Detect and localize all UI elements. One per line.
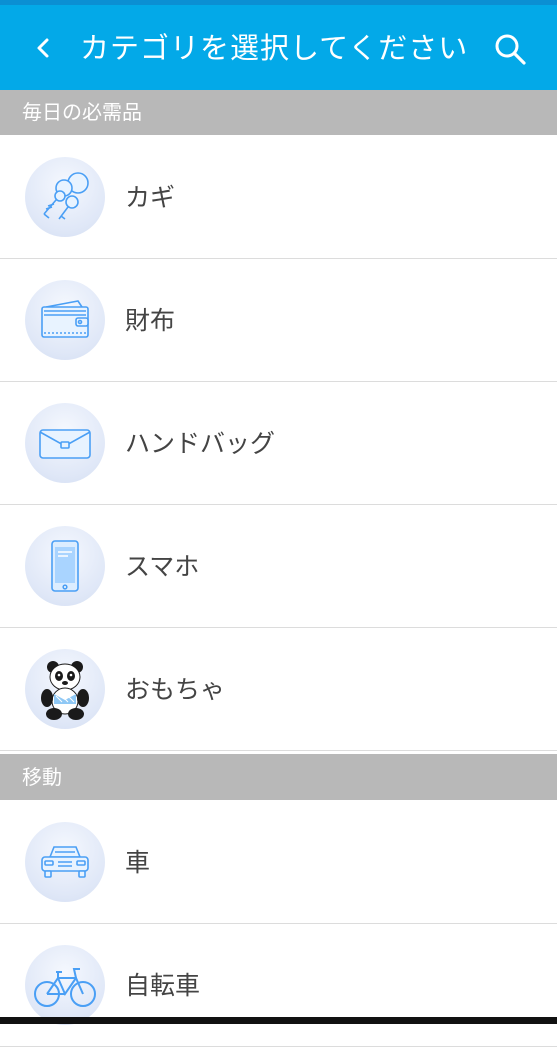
- category-label: 車: [125, 848, 151, 877]
- category-row-handbag[interactable]: ハンドバッグ: [0, 382, 557, 505]
- page-title: カテゴリを選択してください: [80, 31, 469, 65]
- category-row-bicycle[interactable]: 自転車: [0, 924, 557, 1047]
- category-avatar: [25, 280, 105, 360]
- handbag-icon: [39, 429, 91, 459]
- app-bar: カテゴリを選択してください: [0, 5, 557, 90]
- car-icon: [41, 846, 89, 878]
- search-icon: [495, 34, 526, 65]
- category-row-wallet[interactable]: 財布: [0, 259, 557, 382]
- search-button[interactable]: [490, 29, 530, 69]
- panda-toy-icon: [41, 661, 89, 720]
- category-label: 自転車: [125, 971, 201, 1000]
- smartphone-icon: [51, 540, 79, 592]
- category-avatar: [25, 945, 105, 1025]
- category-label: スマホ: [125, 552, 200, 581]
- back-button[interactable]: [28, 29, 58, 67]
- category-avatar: [25, 649, 105, 729]
- category-avatar: [25, 822, 105, 902]
- bicycle-icon: [34, 968, 96, 1007]
- category-label: カギ: [125, 183, 176, 212]
- category-row-car[interactable]: 車: [0, 801, 557, 924]
- category-label: ハンドバッグ: [125, 429, 276, 458]
- wallet-icon: [41, 300, 89, 338]
- category-avatar: [25, 403, 105, 483]
- bottom-edge: [0, 1017, 557, 1024]
- category-avatar: [25, 526, 105, 606]
- category-row-toy[interactable]: おもちゃ: [0, 628, 557, 751]
- category-avatar: [25, 157, 105, 237]
- section-header-daily: 毎日の必需品: [0, 90, 557, 135]
- category-row-smartphone[interactable]: スマホ: [0, 505, 557, 628]
- category-label: おもちゃ: [125, 675, 226, 704]
- chevron-left-icon: [37, 38, 49, 58]
- keys-icon: [43, 172, 89, 220]
- category-label: 財布: [125, 306, 176, 335]
- category-row-keys[interactable]: カギ: [0, 136, 557, 259]
- section-header-transport: 移動: [0, 754, 557, 800]
